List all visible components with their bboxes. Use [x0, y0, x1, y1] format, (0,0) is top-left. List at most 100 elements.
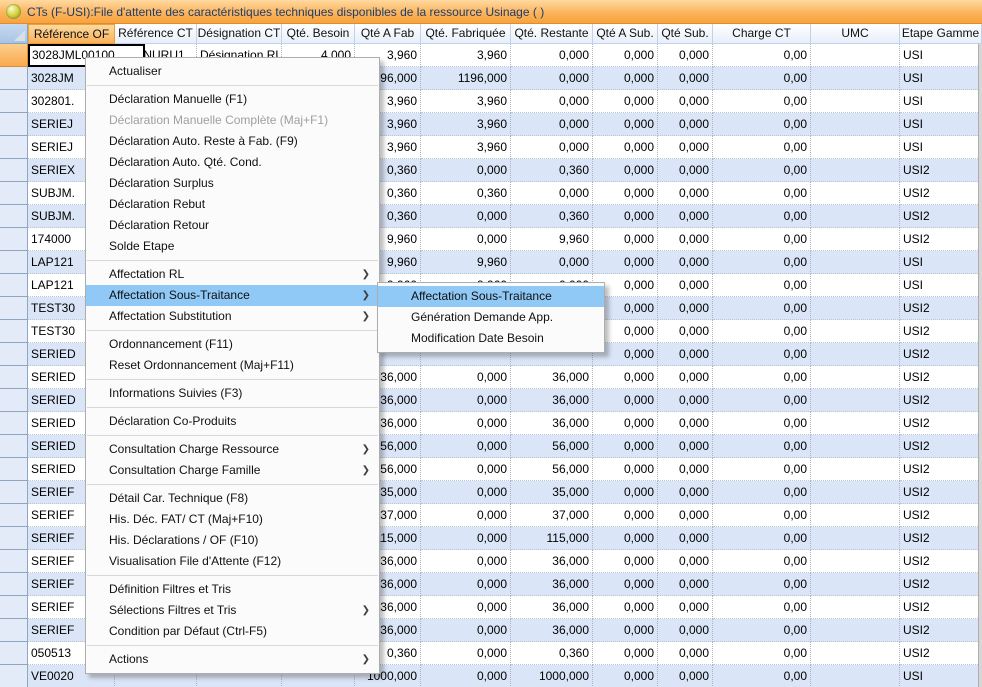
- cell-qte-restante[interactable]: 36,000: [511, 412, 593, 435]
- cell-qte-sub[interactable]: 0,000: [658, 642, 713, 665]
- cell-qte-a-sub[interactable]: 0,000: [593, 642, 658, 665]
- row-selector[interactable]: [0, 274, 28, 297]
- cell-qte-fabriquee[interactable]: 3,960: [421, 136, 511, 159]
- cell-umc[interactable]: [811, 136, 900, 159]
- cell-charge-ct[interactable]: 0,00: [713, 159, 811, 182]
- cell-etape-gamme[interactable]: USI: [900, 274, 982, 297]
- column-header-qte-restante[interactable]: Qté. Restante: [511, 24, 593, 44]
- column-header-reference-ct[interactable]: Référence CT: [115, 24, 197, 44]
- row-selector[interactable]: [0, 297, 28, 320]
- cell-qte-restante[interactable]: 36,000: [511, 550, 593, 573]
- cell-qte-sub[interactable]: 0,000: [658, 366, 713, 389]
- menu-item-reset-ordonnancement-maj-f11[interactable]: Reset Ordonnancement (Maj+F11): [86, 355, 379, 376]
- cell-qte-restante[interactable]: 0,000: [511, 90, 593, 113]
- menu-item-affectation-substitution[interactable]: Affectation Substitution: [86, 306, 379, 327]
- menu-item-declaration-auto-qte-cond[interactable]: Déclaration Auto. Qté. Cond.: [86, 152, 379, 173]
- row-selector[interactable]: [0, 458, 28, 481]
- cell-etape-gamme[interactable]: USI2: [900, 366, 982, 389]
- row-selector[interactable]: [0, 205, 28, 228]
- column-header-charge-ct[interactable]: Charge CT: [713, 24, 811, 44]
- cell-charge-ct[interactable]: 0,00: [713, 642, 811, 665]
- cell-qte-fabriquee[interactable]: 3,960: [421, 44, 511, 67]
- row-selector[interactable]: [0, 412, 28, 435]
- cell-qte-restante[interactable]: 115,000: [511, 527, 593, 550]
- cell-charge-ct[interactable]: 0,00: [713, 550, 811, 573]
- cell-etape-gamme[interactable]: USI2: [900, 412, 982, 435]
- cell-qte-fabriquee[interactable]: 0,000: [421, 435, 511, 458]
- cell-qte-sub[interactable]: 0,000: [658, 550, 713, 573]
- menu-item-declaration-surplus[interactable]: Déclaration Surplus: [86, 173, 379, 194]
- cell-qte-sub[interactable]: 0,000: [658, 619, 713, 642]
- cell-qte-restante[interactable]: 1000,000: [511, 665, 593, 687]
- column-header-qte-sub[interactable]: Qté Sub.: [658, 24, 713, 44]
- menu-item-solde-etape[interactable]: Solde Etape: [86, 236, 379, 257]
- cell-charge-ct[interactable]: 0,00: [713, 182, 811, 205]
- cell-qte-restante[interactable]: 56,000: [511, 435, 593, 458]
- cell-qte-a-sub[interactable]: 0,000: [593, 182, 658, 205]
- cell-qte-sub[interactable]: 0,000: [658, 320, 713, 343]
- cell-qte-fabriquee[interactable]: 0,000: [421, 205, 511, 228]
- cell-qte-a-sub[interactable]: 0,000: [593, 366, 658, 389]
- cell-qte-a-sub[interactable]: 0,000: [593, 136, 658, 159]
- cell-charge-ct[interactable]: 0,00: [713, 297, 811, 320]
- menu-item-actions[interactable]: Actions: [86, 649, 379, 670]
- cell-umc[interactable]: [811, 596, 900, 619]
- cell-qte-fabriquee[interactable]: 0,000: [421, 481, 511, 504]
- cell-qte-fabriquee[interactable]: 0,000: [421, 412, 511, 435]
- cell-umc[interactable]: [811, 619, 900, 642]
- menu-item-affectation-sous-traitance[interactable]: Affectation Sous-Traitance: [86, 285, 379, 306]
- cell-umc[interactable]: [811, 113, 900, 136]
- cell-qte-fabriquee[interactable]: 0,000: [421, 596, 511, 619]
- cell-qte-a-sub[interactable]: 0,000: [593, 665, 658, 687]
- cell-qte-a-sub[interactable]: 0,000: [593, 481, 658, 504]
- cell-umc[interactable]: [811, 527, 900, 550]
- cell-qte-restante[interactable]: 0,000: [511, 113, 593, 136]
- cell-umc[interactable]: [811, 44, 900, 67]
- menu-item-definition-filtres-et-tris[interactable]: Définition Filtres et Tris: [86, 579, 379, 600]
- row-selector[interactable]: [0, 435, 28, 458]
- cell-qte-fabriquee[interactable]: 0,000: [421, 665, 511, 687]
- row-selector[interactable]: [0, 113, 28, 136]
- cell-umc[interactable]: [811, 182, 900, 205]
- row-selector[interactable]: [0, 343, 28, 366]
- cell-umc[interactable]: [811, 343, 900, 366]
- cell-umc[interactable]: [811, 389, 900, 412]
- cell-charge-ct[interactable]: 0,00: [713, 366, 811, 389]
- cell-etape-gamme[interactable]: USI2: [900, 573, 982, 596]
- cell-qte-fabriquee[interactable]: 0,000: [421, 366, 511, 389]
- cell-qte-sub[interactable]: 0,000: [658, 228, 713, 251]
- cell-qte-a-sub[interactable]: 0,000: [593, 458, 658, 481]
- row-selector[interactable]: [0, 44, 28, 67]
- cell-etape-gamme[interactable]: USI2: [900, 527, 982, 550]
- cell-qte-restante[interactable]: 0,360: [511, 642, 593, 665]
- menu-item-consultation-charge-famille[interactable]: Consultation Charge Famille: [86, 460, 379, 481]
- cell-etape-gamme[interactable]: USI: [900, 90, 982, 113]
- cell-qte-sub[interactable]: 0,000: [658, 481, 713, 504]
- cell-etape-gamme[interactable]: USI2: [900, 458, 982, 481]
- cell-qte-sub[interactable]: 0,000: [658, 251, 713, 274]
- row-selector[interactable]: [0, 159, 28, 182]
- cell-qte-a-sub[interactable]: 0,000: [593, 389, 658, 412]
- cell-qte-sub[interactable]: 0,000: [658, 596, 713, 619]
- cell-charge-ct[interactable]: 0,00: [713, 596, 811, 619]
- cell-qte-restante[interactable]: 0,360: [511, 205, 593, 228]
- cell-etape-gamme[interactable]: USI2: [900, 642, 982, 665]
- cell-qte-restante[interactable]: 0,000: [511, 251, 593, 274]
- cell-umc[interactable]: [811, 251, 900, 274]
- cell-qte-sub[interactable]: 0,000: [658, 665, 713, 687]
- cell-charge-ct[interactable]: 0,00: [713, 343, 811, 366]
- row-selector[interactable]: [0, 389, 28, 412]
- cell-qte-a-sub[interactable]: 0,000: [593, 412, 658, 435]
- cell-qte-a-sub[interactable]: 0,000: [593, 573, 658, 596]
- cell-umc[interactable]: [811, 274, 900, 297]
- cell-qte-sub[interactable]: 0,000: [658, 90, 713, 113]
- cell-charge-ct[interactable]: 0,00: [713, 274, 811, 297]
- row-selector[interactable]: [0, 90, 28, 113]
- cell-umc[interactable]: [811, 366, 900, 389]
- menu-item-detail-car-technique-f8[interactable]: Détail Car. Technique (F8): [86, 488, 379, 509]
- cell-charge-ct[interactable]: 0,00: [713, 412, 811, 435]
- cell-qte-fabriquee[interactable]: 0,000: [421, 504, 511, 527]
- cell-etape-gamme[interactable]: USI2: [900, 343, 982, 366]
- cell-qte-sub[interactable]: 0,000: [658, 159, 713, 182]
- cell-etape-gamme[interactable]: USI2: [900, 619, 982, 642]
